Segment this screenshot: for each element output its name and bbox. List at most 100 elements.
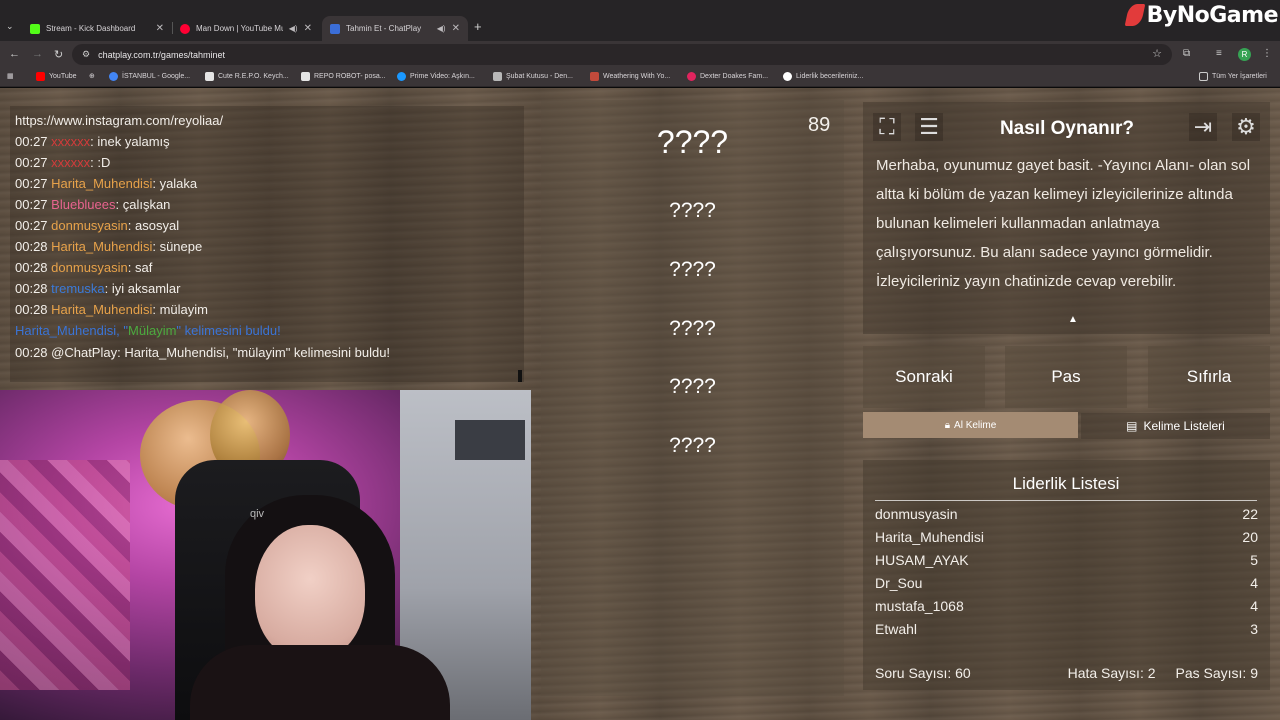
how-to-play-text: Merhaba, oyunumuz gayet basit. -Yayıncı … [876, 157, 1251, 290]
fullscreen-icon[interactable]: ⛶ [873, 113, 901, 141]
bookmark-istanbul[interactable]: İSTANBUL - Google... [109, 72, 190, 81]
chair-logo: qiv [250, 508, 265, 520]
all-bookmarks[interactable]: Tüm Yer İşaretleri [1199, 72, 1267, 81]
chat-link[interactable]: https://www.instagram.com/reyoliaa/ [15, 113, 223, 128]
game-stats: Soru Sayısı: 60 Hata Sayısı: 2 Pas Sayıs… [875, 665, 1258, 681]
bynogame-logo-icon [1124, 4, 1145, 26]
chat-username: donmusyasin [51, 260, 128, 275]
chat-username: Bluebluees [51, 197, 116, 212]
leaderboard-title: Liderlik Listesi [875, 474, 1257, 501]
chat-username: Harita_Muhendisi [51, 176, 153, 191]
chat-message: 00:28 donmusyasin: saf [15, 260, 153, 275]
youtube-music-favicon-icon [180, 23, 190, 34]
tab-label: Tahmin Et - ChatPlay [346, 24, 422, 33]
word-lists-label: Kelime Listeleri [1143, 419, 1225, 433]
take-word-button[interactable]: 🔒︎ Al Kelime [863, 412, 1078, 438]
menu-icon[interactable]: ⋮ [1262, 48, 1272, 59]
site-icon [590, 72, 599, 81]
forbidden-word: ???? [669, 258, 716, 281]
new-tab-icon[interactable]: + [474, 19, 482, 34]
box-icon [493, 72, 502, 81]
bookmark-label: Dexter Doakes Fam... [700, 73, 769, 80]
reload-icon[interactable]: ↻ [54, 48, 63, 61]
found-word: Mülayim [128, 323, 177, 338]
bookmark-liderlik[interactable]: Liderlik becerileriniz... [783, 72, 863, 81]
chat-username: xxxxxx [51, 134, 91, 149]
audio-playing-icon[interactable]: ◀) [437, 24, 446, 33]
brand-logo: ByNoGame [1124, 0, 1279, 30]
bookmark-label: Weathering With Yo... [603, 73, 671, 80]
pass-button[interactable]: Pas [1005, 346, 1127, 408]
leaderboard-row: Dr_Sou 4 [875, 575, 1258, 591]
bookmark-subat-kutusu[interactable]: Şubat Kutusu - Den... [493, 72, 573, 81]
bookmark-label: Liderlik becerileriniz... [796, 73, 864, 80]
bookmark-prime-video[interactable]: Prime Video: Aşkın... [397, 72, 475, 81]
chat-message: 00:27 xxxxxx: inek yalamış [15, 134, 170, 149]
wall-posters [0, 460, 130, 690]
leaderboard-row: HUSAM_AYAK 5 [875, 552, 1258, 568]
url-text[interactable]: chatplay.com.tr/games/tahminet [98, 50, 225, 60]
main-word: ???? [656, 124, 729, 160]
address-bar[interactable]: ⚙ chatplay.com.tr/games/tahminet ☆ [72, 44, 1172, 65]
chat-username: tremuska [51, 281, 105, 296]
reset-button[interactable]: Sıfırla [1148, 346, 1270, 408]
list-icon: ▤ [1126, 419, 1138, 433]
back-icon[interactable]: ← [9, 48, 20, 60]
settings-gear-icon[interactable]: ⚙ [1232, 113, 1260, 141]
bookmark-weathering-with-you[interactable]: Weathering With Yo... [590, 72, 670, 81]
bookmark-star-icon[interactable]: ☆ [1152, 47, 1162, 60]
extensions-icon[interactable]: ⧉ [1183, 48, 1190, 59]
bookmark-youtube[interactable]: YouTube [36, 72, 77, 81]
next-button[interactable]: Sonraki [863, 346, 985, 408]
chat-username: donmusyasin [51, 218, 128, 233]
forward-icon[interactable]: → [32, 48, 43, 60]
browser-toolbar: ← → ↻ ⚙ chatplay.com.tr/games/tahminet ☆… [0, 41, 1280, 68]
chat-message: 00:28 Harita_Muhendisi: mülayim [15, 302, 208, 317]
bookmark-dexter[interactable]: Dexter Doakes Fam... [687, 72, 768, 81]
bookmark-repo-keychain[interactable]: Cute R.E.P.O. Keych... [205, 72, 289, 81]
webcam-feed: qiv [0, 390, 531, 720]
bookmark-repo-robot[interactable]: REPO ROBOT- posa... [301, 72, 386, 81]
chat-message: 00:28 Harita_Muhendisi: sünepe [15, 239, 203, 254]
bookmark-label: Şubat Kutusu - Den... [506, 73, 573, 80]
tab-kick-dashboard[interactable]: Stream - Kick Dashboard ✕ [22, 16, 172, 41]
leaderboard-row: Etwahl 3 [875, 621, 1258, 637]
close-tab-icon[interactable]: ✕ [156, 23, 164, 34]
tab-label: Stream - Kick Dashboard [46, 24, 136, 33]
shelf [455, 420, 525, 460]
chat-message: 00:27 Bluebluees: çalışkan [15, 197, 171, 212]
leaderboard-row: donmusyasin 22 [875, 506, 1258, 522]
brand-name: ByNoGame [1146, 2, 1279, 28]
forbidden-word: ???? [669, 375, 716, 398]
bookmark-label: Tüm Yer İşaretleri [1212, 73, 1267, 80]
bookmark-label: Cute R.E.P.O. Keych... [218, 73, 289, 80]
tab-chatplay[interactable]: Tahmin Et - ChatPlay ◀) ✕ [322, 16, 468, 41]
kick-favicon-icon [30, 23, 40, 34]
bookmark-label: YouTube [49, 73, 77, 80]
word-lists-button[interactable]: ▤ Kelime Listeleri [1081, 413, 1270, 439]
globe-icon[interactable]: ⊕ [89, 72, 95, 80]
google-icon [109, 72, 118, 81]
tab-search-icon[interactable]: ⌄ [6, 21, 14, 32]
info-icon [783, 72, 792, 81]
apps-icon[interactable]: ▦ [7, 72, 14, 80]
how-to-play-title: Nasıl Oynanır? [999, 118, 1135, 139]
bookmark-label: İSTANBUL - Google... [122, 73, 191, 80]
tab-label: Man Down | YouTube Music [196, 24, 283, 33]
media-control-icon[interactable]: ≡ [1216, 48, 1222, 59]
rules-icon[interactable]: ☰ [915, 113, 943, 141]
audio-playing-icon[interactable]: ◀) [289, 24, 298, 33]
leaderboard-row: mustafa_1068 4 [875, 598, 1258, 614]
chat-scrollbar[interactable] [518, 370, 522, 382]
chat-message: 00:27 Harita_Muhendisi: yalaka [15, 176, 198, 191]
close-tab-icon[interactable]: ✕ [452, 23, 460, 34]
site-info-icon[interactable]: ⚙ [82, 49, 90, 60]
pass-count: Pas Sayısı: 9 [1175, 665, 1258, 681]
chat-message: 00:28 tremuska: iyi aksamlar [15, 281, 181, 296]
youtube-icon [36, 72, 45, 81]
profile-initial: R [1241, 50, 1248, 59]
tab-youtube-music[interactable]: Man Down | YouTube Music ◀) ✕ [172, 16, 320, 41]
close-tab-icon[interactable]: ✕ [304, 23, 312, 34]
exit-icon[interactable]: ⇥ [1189, 113, 1217, 141]
profile-avatar[interactable]: R [1238, 48, 1251, 61]
